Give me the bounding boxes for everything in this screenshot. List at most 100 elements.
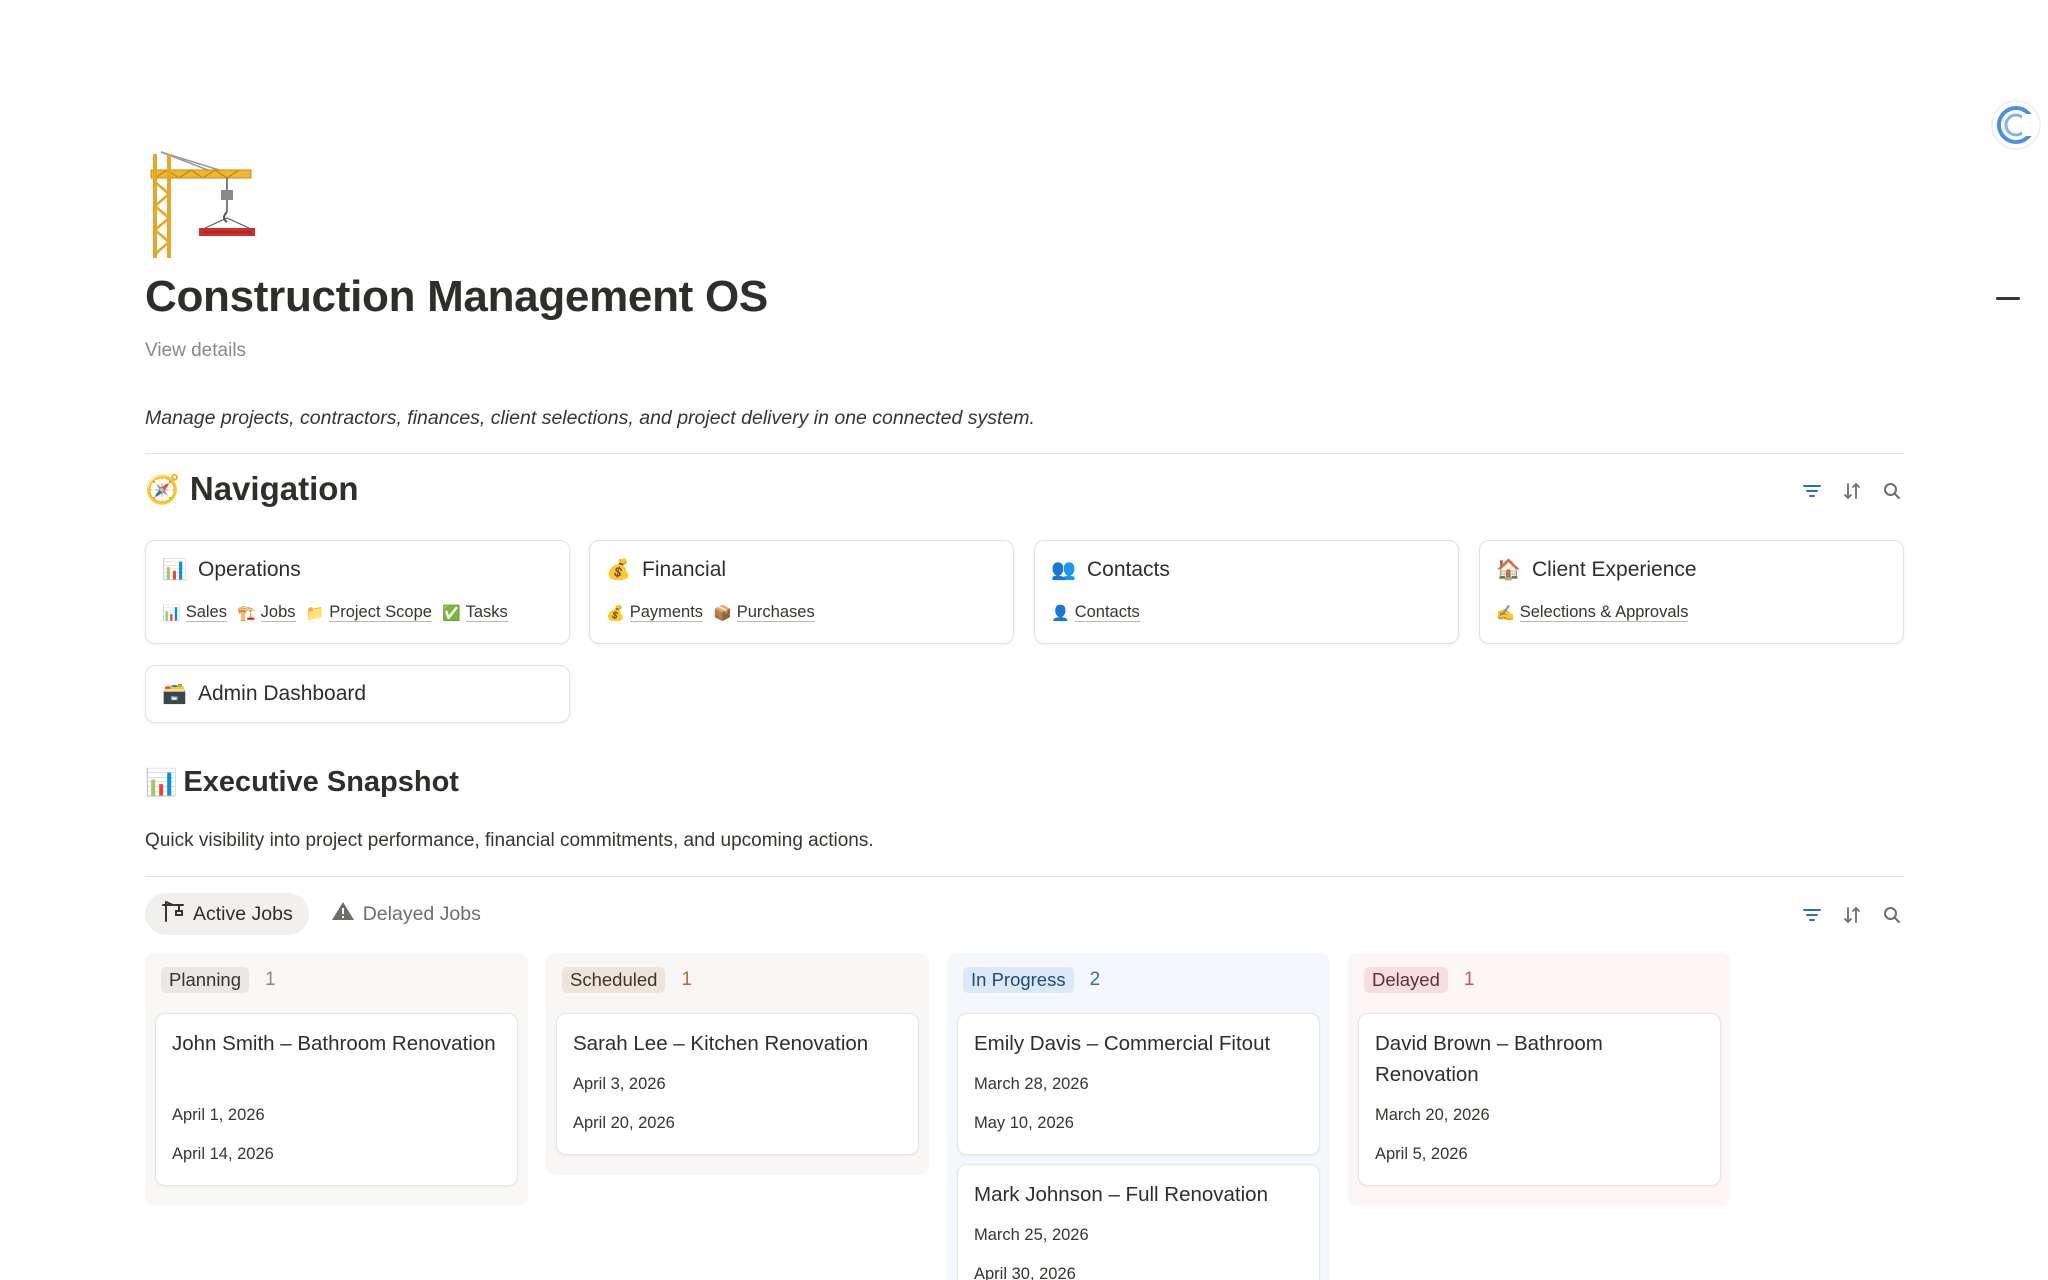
board-column-scheduled: Scheduled 1 Sarah Lee – Kitchen Renovati… xyxy=(546,953,929,1175)
page-title: Construction Management OS xyxy=(145,272,768,321)
card-links: 📊 Sales 🏗️ Jobs 📁 Project Scope ✅ Tasks xyxy=(162,603,508,622)
assistant-widget-icon[interactable] xyxy=(1978,100,2048,170)
card-links: 💰 Payments 📦 Purchases xyxy=(606,603,815,622)
column-count: 1 xyxy=(1463,969,1475,990)
job-start-date: March 25, 2026 xyxy=(974,1226,1089,1244)
snapshot-description: Quick visibility into project performanc… xyxy=(145,830,874,851)
link-contacts[interactable]: 👤 Contacts xyxy=(1051,603,1140,622)
link-label: Purchases xyxy=(736,603,815,622)
view-details-link[interactable]: View details xyxy=(145,340,246,362)
job-card[interactable]: David Brown – Bathroom Renovation March … xyxy=(1358,1013,1721,1186)
link-label: Selections & Approvals xyxy=(1519,603,1689,622)
status-badge: Scheduled xyxy=(562,967,666,993)
link-label: Sales xyxy=(185,603,227,622)
card-title: 🏠 Client Experience xyxy=(1496,557,1697,582)
executive-snapshot-title: Executive Snapshot xyxy=(183,766,459,798)
board-column-planning: Planning 1 John Smith – Bathroom Renovat… xyxy=(145,953,528,1206)
column-header: Planning 1 xyxy=(161,967,276,993)
nav-card-client-experience[interactable]: 🏠 Client Experience ✍️ Selections & Appro… xyxy=(1479,540,1904,644)
column-header: In Progress 2 xyxy=(963,967,1100,993)
card-title: 📊 Operations xyxy=(162,557,301,582)
money-bag-icon: 💰 xyxy=(606,559,631,581)
card-links: 👤 Contacts xyxy=(1051,603,1140,622)
card-title-label: Client Experience xyxy=(1532,557,1697,581)
card-file-box-icon: 🗃️ xyxy=(162,683,187,705)
tab-label: Delayed Jobs xyxy=(362,902,481,925)
search-icon[interactable] xyxy=(1880,479,1904,503)
column-header: Scheduled 1 xyxy=(562,967,692,993)
outline-toggle-icon[interactable] xyxy=(1996,297,2020,300)
sort-icon[interactable] xyxy=(1840,479,1864,503)
bar-chart-icon: 📊 xyxy=(145,767,178,797)
tab-label: Active Jobs xyxy=(193,902,293,925)
navigation-heading: 🧭 Navigation xyxy=(145,470,359,508)
page-subtitle: Manage projects, contractors, finances, … xyxy=(145,407,1035,429)
job-title: Sarah Lee – Kitchen Renovation xyxy=(573,1032,869,1055)
filter-icon[interactable] xyxy=(1800,903,1824,927)
link-jobs[interactable]: 🏗️ Jobs xyxy=(237,603,296,622)
link-purchases[interactable]: 📦 Purchases xyxy=(713,603,815,622)
nav-card-operations[interactable]: 📊 Operations 📊 Sales 🏗️ Jobs 📁 Project Scop… xyxy=(145,540,570,644)
navigation-title: Navigation xyxy=(189,470,359,507)
card-title: 👥 Contacts xyxy=(1051,557,1170,582)
executive-snapshot-heading: 📊 Executive Snapshot xyxy=(145,766,459,799)
divider xyxy=(145,453,1904,454)
link-payments[interactable]: 💰 Payments xyxy=(606,603,704,622)
job-start-date: April 1, 2026 xyxy=(172,1106,265,1124)
job-card[interactable]: Sarah Lee – Kitchen Renovation April 3, … xyxy=(556,1013,919,1155)
card-links: ✍️ Selections & Approvals xyxy=(1496,603,1689,622)
link-label: Project Scope xyxy=(329,603,432,622)
money-bag-icon: 💰 xyxy=(606,604,625,622)
job-title: John Smith – Bathroom Renovation xyxy=(172,1032,496,1055)
nav-card-contacts[interactable]: 👥 Contacts 👤 Contacts xyxy=(1034,540,1459,644)
board-column-in-progress: In Progress 2 Emily Davis – Commercial F… xyxy=(947,953,1330,1280)
job-end-date: April 5, 2026 xyxy=(1375,1145,1468,1163)
job-end-date: May 10, 2026 xyxy=(974,1114,1074,1132)
link-sales[interactable]: 📊 Sales xyxy=(162,603,227,622)
job-title: Emily Davis – Commercial Fitout xyxy=(974,1032,1271,1055)
search-icon[interactable] xyxy=(1880,903,1904,927)
job-start-date: April 3, 2026 xyxy=(573,1075,666,1093)
job-start-date: March 28, 2026 xyxy=(974,1075,1089,1093)
link-label: Contacts xyxy=(1074,603,1140,622)
card-title: 🗃️ Admin Dashboard xyxy=(162,681,366,706)
status-badge: Planning xyxy=(161,967,250,993)
card-title-label: Operations xyxy=(198,557,301,581)
card-title: 💰 Financial xyxy=(606,557,726,582)
job-card[interactable]: Mark Johnson – Full Renovation March 25,… xyxy=(957,1164,1320,1280)
bar-chart-icon: 📊 xyxy=(162,604,181,622)
link-label: Payments xyxy=(629,603,704,622)
check-icon: ✅ xyxy=(441,604,461,622)
column-count: 2 xyxy=(1089,969,1101,990)
bar-chart-icon: 📊 xyxy=(162,559,187,581)
nav-card-admin-dashboard[interactable]: 🗃️ Admin Dashboard xyxy=(145,665,570,723)
card-title-label: Contacts xyxy=(1087,557,1170,581)
job-end-date: April 30, 2026 xyxy=(974,1265,1076,1280)
person-icon: 👤 xyxy=(1051,604,1070,622)
link-label: Tasks xyxy=(465,603,508,622)
job-card[interactable]: John Smith – Bathroom Renovation April 1… xyxy=(155,1013,518,1186)
people-icon: 👥 xyxy=(1051,559,1076,581)
package-icon: 📦 xyxy=(713,604,732,622)
sort-icon[interactable] xyxy=(1840,903,1864,927)
link-label: Jobs xyxy=(260,603,296,622)
tab-active-jobs[interactable]: Active Jobs xyxy=(145,893,309,935)
nav-card-financial[interactable]: 💰 Financial 💰 Payments 📦 Purchases xyxy=(589,540,1014,644)
status-badge: Delayed xyxy=(1364,967,1448,993)
folder-icon: 📁 xyxy=(305,604,325,622)
column-count: 1 xyxy=(265,969,276,990)
tab-delayed-jobs[interactable]: Delayed Jobs xyxy=(315,893,497,935)
job-card[interactable]: Emily Davis – Commercial Fitout March 28… xyxy=(957,1013,1320,1155)
link-tasks[interactable]: ✅ Tasks xyxy=(442,603,508,622)
navigation-view-tools xyxy=(1800,479,1904,503)
link-project-scope[interactable]: 📁 Project Scope xyxy=(306,603,432,622)
job-start-date: March 20, 2026 xyxy=(1375,1106,1490,1124)
construction-crane-icon[interactable] xyxy=(145,150,255,260)
snapshot-view-tools xyxy=(1800,903,1904,927)
column-count: 1 xyxy=(681,969,693,990)
job-title: Mark Johnson – Full Renovation xyxy=(974,1183,1268,1206)
crane-icon: 🏗️ xyxy=(236,604,256,622)
link-selections-approvals[interactable]: ✍️ Selections & Approvals xyxy=(1496,603,1689,622)
filter-icon[interactable] xyxy=(1800,479,1824,503)
card-title-label: Financial xyxy=(642,557,727,581)
